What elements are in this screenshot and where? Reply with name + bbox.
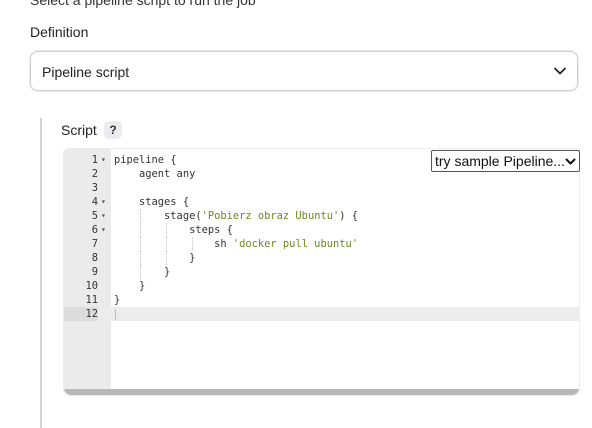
- chevron-down-icon: [565, 158, 576, 165]
- fold-arrow-icon[interactable]: ▾: [101, 209, 109, 223]
- fold-arrow-icon[interactable]: ▾: [101, 223, 109, 237]
- string-literal: 'Pobierz obraz Ubuntu': [201, 210, 340, 222]
- code-text: stage('Pobierz obraz Ubuntu') {: [114, 210, 359, 222]
- script-label: Script: [61, 122, 97, 138]
- line-number: 12: [64, 307, 98, 321]
- string-literal: 'docker pull ubuntu': [232, 238, 358, 250]
- line-number: 1: [91, 154, 98, 166]
- fold-arrow-icon[interactable]: ▾: [101, 153, 109, 167]
- help-icon[interactable]: ?: [104, 121, 122, 139]
- code-line[interactable]: 5 ▾ stage('Pobierz obraz Ubuntu') {: [64, 209, 579, 223]
- nested-section-border: [40, 118, 42, 428]
- chevron-down-icon: [554, 67, 566, 75]
- line-number: 2: [91, 168, 98, 180]
- code-line[interactable]: 6 ▾ steps {: [64, 223, 579, 237]
- line-number: 3: [91, 182, 98, 194]
- code-text: }: [114, 266, 171, 278]
- code-text: steps {: [114, 224, 233, 236]
- definition-selected-value: Pipeline script: [42, 64, 130, 80]
- code-line[interactable]: 4 ▾ stages {: [64, 195, 579, 209]
- line-number: 6: [91, 224, 98, 236]
- code-area[interactable]: 1 ▾ pipeline {2 agent any 3 4 ▾ stages {5 ▾ st…: [64, 153, 579, 321]
- sample-pipeline-selected-value: try sample Pipeline...: [435, 153, 565, 169]
- code-text: agent any: [114, 168, 196, 180]
- line-number: 8: [91, 252, 98, 264]
- code-text: sh 'docker pull ubuntu': [114, 238, 358, 250]
- code-line[interactable]: 12: [64, 307, 579, 321]
- code-line[interactable]: 10 }: [64, 279, 579, 293]
- definition-select[interactable]: Pipeline script: [30, 51, 578, 91]
- code-text: pipeline {: [114, 154, 177, 166]
- line-number: 11: [85, 294, 98, 306]
- line-number: 7: [91, 238, 98, 250]
- horizontal-scrollbar[interactable]: [64, 389, 579, 395]
- code-line[interactable]: 9 }: [64, 265, 579, 279]
- line-number: 10: [85, 280, 98, 292]
- code-line[interactable]: 11}: [64, 293, 579, 307]
- code-text: }: [114, 294, 121, 306]
- text-cursor: [115, 309, 116, 320]
- line-number: 9: [91, 266, 98, 278]
- sample-pipeline-select[interactable]: try sample Pipeline...: [431, 150, 580, 172]
- script-editor[interactable]: 1 ▾ pipeline {2 agent any 3 4 ▾ stages {5 ▾ st…: [63, 148, 580, 396]
- code-line[interactable]: 7 sh 'docker pull ubuntu': [64, 237, 579, 251]
- code-text: stages {: [114, 196, 190, 208]
- section-description: Select a pipeline script to run the job: [30, 0, 256, 8]
- line-number: 4: [91, 196, 98, 208]
- fold-arrow-icon[interactable]: ▾: [101, 195, 109, 209]
- code-text: }: [114, 280, 146, 292]
- code-line[interactable]: 3: [64, 181, 579, 195]
- code-text: }: [114, 252, 196, 264]
- line-number: 5: [91, 210, 98, 222]
- definition-label: Definition: [30, 24, 89, 40]
- code-line[interactable]: 8 }: [64, 251, 579, 265]
